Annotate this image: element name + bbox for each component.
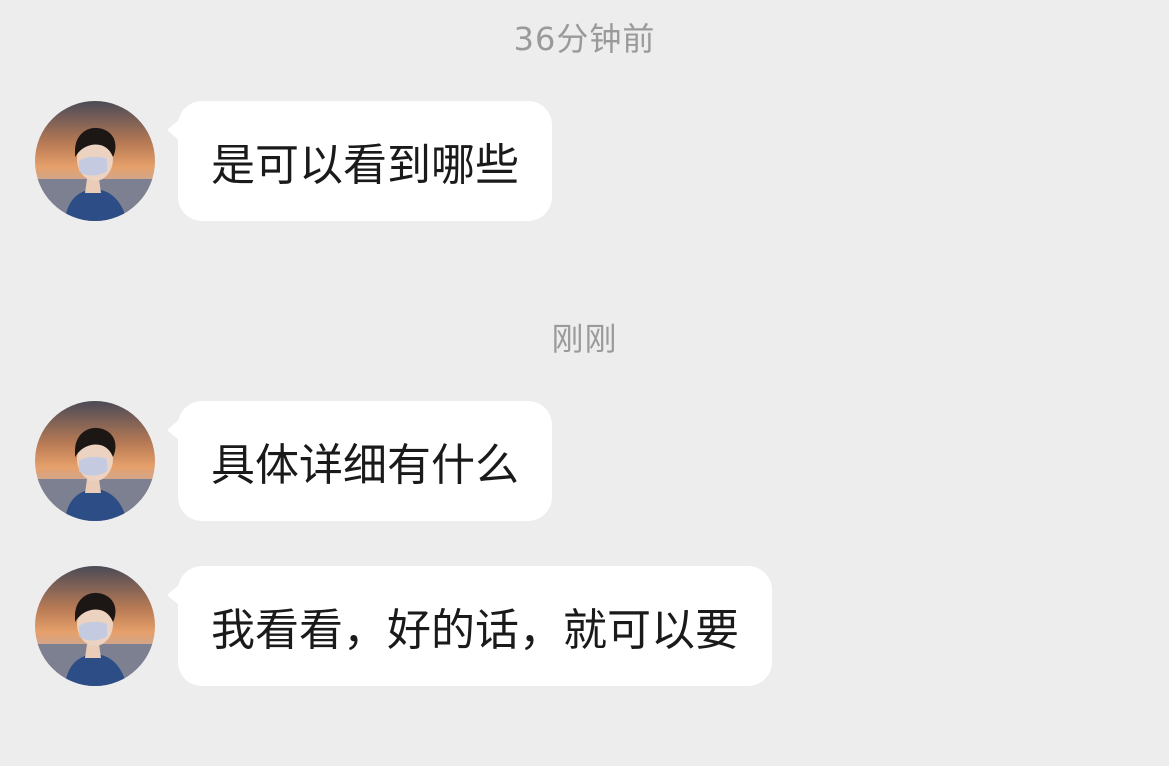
message-bubble[interactable]: 具体详细有什么 [167,401,552,521]
message-bubble[interactable]: 是可以看到哪些 [167,101,552,221]
message-row: 我看看，好的话，就可以要 [0,566,1169,686]
avatar[interactable] [35,101,155,221]
timestamp: 刚刚 [551,320,618,358]
avatar-photo-icon [35,101,155,221]
message-bubble[interactable]: 我看看，好的话，就可以要 [167,566,772,686]
avatar-photo-icon [35,401,155,521]
message-row: 是可以看到哪些 [0,101,1169,221]
avatar[interactable] [35,566,155,686]
avatar[interactable] [35,401,155,521]
avatar-photo-icon [35,566,155,686]
chat-view: 36分钟前 是可以看到哪些 刚刚 具体详细有什么 我看看，好的话，就可以要 [0,0,1169,766]
message-row: 具体详细有什么 [0,401,1169,521]
timestamp: 36分钟前 [513,20,656,58]
